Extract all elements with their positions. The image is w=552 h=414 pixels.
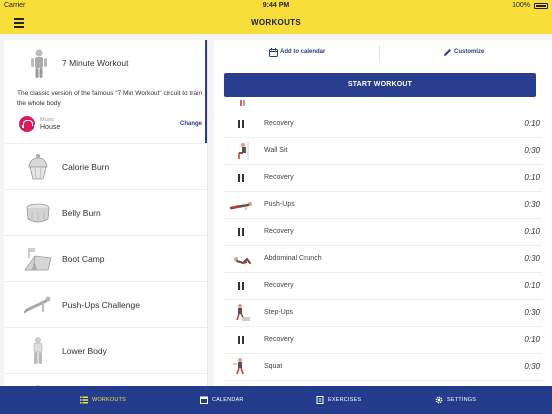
exercise-name: Wall Sit: [264, 147, 288, 154]
squat-icon: [233, 358, 244, 375]
exercise-row-recovery[interactable]: Recovery 0:10: [224, 327, 542, 354]
exercise-row-wall-sit[interactable]: Wall Sit 0:30: [224, 138, 542, 165]
gear-icon: [435, 396, 443, 404]
music-value: House: [40, 124, 61, 131]
workout-label: Boot Camp: [62, 254, 105, 264]
app-header: WORKOUTS: [0, 12, 552, 34]
exercise-duration: 0:30: [524, 362, 540, 371]
workout-item-calorie-burn[interactable]: Calorie Burn: [4, 144, 207, 190]
pushup-icon: [24, 296, 51, 313]
tab-label: WORKOUTS: [92, 397, 126, 403]
belly-icon: [26, 203, 50, 223]
calendar-add-icon: [269, 48, 278, 57]
exercise-row-recovery[interactable]: Recovery 0:10: [224, 111, 542, 138]
pause-icon: [238, 174, 244, 182]
customize-button[interactable]: Customize: [454, 49, 484, 55]
exercise-duration: 0:10: [524, 227, 540, 236]
abdominal-crunch-icon: [234, 257, 251, 265]
tab-label: CALENDAR: [212, 397, 244, 403]
exercise-duration: 0:30: [524, 254, 540, 263]
status-time: 9:44 PM: [262, 2, 290, 9]
wall-sit-icon: [238, 142, 249, 160]
exercise-duration: 0:30: [524, 146, 540, 155]
page-title: WORKOUTS: [251, 18, 301, 27]
exercise-duration: 0:30: [524, 308, 540, 317]
exercise-duration: 0:10: [524, 281, 540, 290]
workout-list-panel: 7 Minute Workout The classic version of …: [4, 40, 208, 386]
pencil-icon: [444, 49, 451, 56]
push-ups-icon: [229, 202, 252, 210]
standing-person-icon: [31, 49, 47, 78]
exercise-name: Recovery: [264, 174, 294, 181]
exercise-name: Abdominal Crunch: [264, 255, 322, 262]
tab-label: EXERCISES: [328, 397, 362, 403]
pause-icon: [238, 282, 244, 290]
workout-label: Lower Body: [62, 346, 107, 356]
list-icon: [80, 396, 88, 404]
battery-percent: 100%: [512, 2, 530, 9]
exercise-row-step-ups[interactable]: Step-Ups 0:30: [224, 300, 542, 327]
exercise-name: Recovery: [264, 282, 294, 289]
workout-detail-panel: Add to calendar Customize START WORKOUT …: [214, 40, 552, 386]
workout-actions: Add to calendar Customize: [214, 40, 552, 66]
exercise-row-push-ups[interactable]: Push-Ups 0:30: [224, 192, 542, 219]
workout-item-lower-body[interactable]: Lower Body: [4, 328, 207, 374]
workout-label: Belly Burn: [62, 208, 101, 218]
action-divider: [379, 45, 380, 61]
pause-icon: [238, 228, 244, 236]
music-icon: [19, 116, 36, 132]
exercise-row-abdominal-crunch[interactable]: Abdominal Crunch 0:30: [224, 246, 542, 273]
change-music-button[interactable]: Change: [180, 121, 202, 127]
bottom-tab-bar: WORKOUTS CALENDAR EXERCISES SETTINGS: [0, 386, 552, 414]
tent-icon: [24, 248, 52, 271]
exercise-name: Recovery: [264, 120, 294, 127]
step-ups-icon: [236, 304, 250, 321]
calendar-icon: [200, 396, 208, 404]
exercise-name: Squat: [264, 363, 283, 370]
exercise-duration: 0:10: [524, 119, 540, 128]
lower-body-icon: [33, 337, 43, 364]
workout-label: Push-Ups Challenge: [62, 300, 140, 310]
exercise-row-squat[interactable]: Squat 0:30: [224, 354, 542, 381]
cupcake-icon: [28, 154, 48, 180]
workout-item-belly-burn[interactable]: Belly Burn: [4, 190, 207, 236]
workout-item-push-ups-challenge[interactable]: Push-Ups Challenge: [4, 282, 207, 328]
workout-label: Calorie Burn: [62, 162, 110, 172]
exercise-name: Step-Ups: [264, 309, 294, 316]
workout-item-boot-camp[interactable]: Boot Camp: [4, 236, 207, 282]
exercise-row-recovery[interactable]: Recovery 0:10: [224, 273, 542, 300]
featured-workout-title: 7 Minute Workout: [62, 58, 129, 68]
exercise-name: Push-Ups: [264, 201, 295, 208]
status-bar: Carrier 9:44 PM 100%: [0, 0, 552, 12]
document-icon: [316, 396, 324, 404]
add-to-calendar-button[interactable]: Add to calendar: [280, 49, 325, 55]
start-workout-button[interactable]: START WORKOUT: [224, 73, 536, 97]
featured-workout-card[interactable]: 7 Minute Workout The classic version of …: [4, 40, 207, 144]
workout-item-partial[interactable]: [4, 374, 207, 386]
music-label: Music: [40, 117, 55, 123]
battery-icon: [534, 3, 548, 9]
exercise-duration: 0:30: [524, 200, 540, 209]
exercise-row-recovery[interactable]: Recovery 0:10: [224, 219, 542, 246]
partial-exercise-row: [238, 100, 250, 108]
exercise-name: Recovery: [264, 336, 294, 343]
featured-workout-description: The classic version of the famous "7 Min…: [17, 90, 203, 107]
pause-icon: [238, 120, 244, 128]
tab-label: SETTINGS: [447, 397, 477, 403]
pause-icon: [238, 336, 244, 344]
exercise-row-recovery[interactable]: Recovery 0:10: [224, 165, 542, 192]
exercise-name: Recovery: [264, 228, 294, 235]
exercise-duration: 0:10: [524, 173, 540, 182]
exercise-duration: 0:10: [524, 335, 540, 344]
exercise-figure-icon: [240, 100, 245, 106]
